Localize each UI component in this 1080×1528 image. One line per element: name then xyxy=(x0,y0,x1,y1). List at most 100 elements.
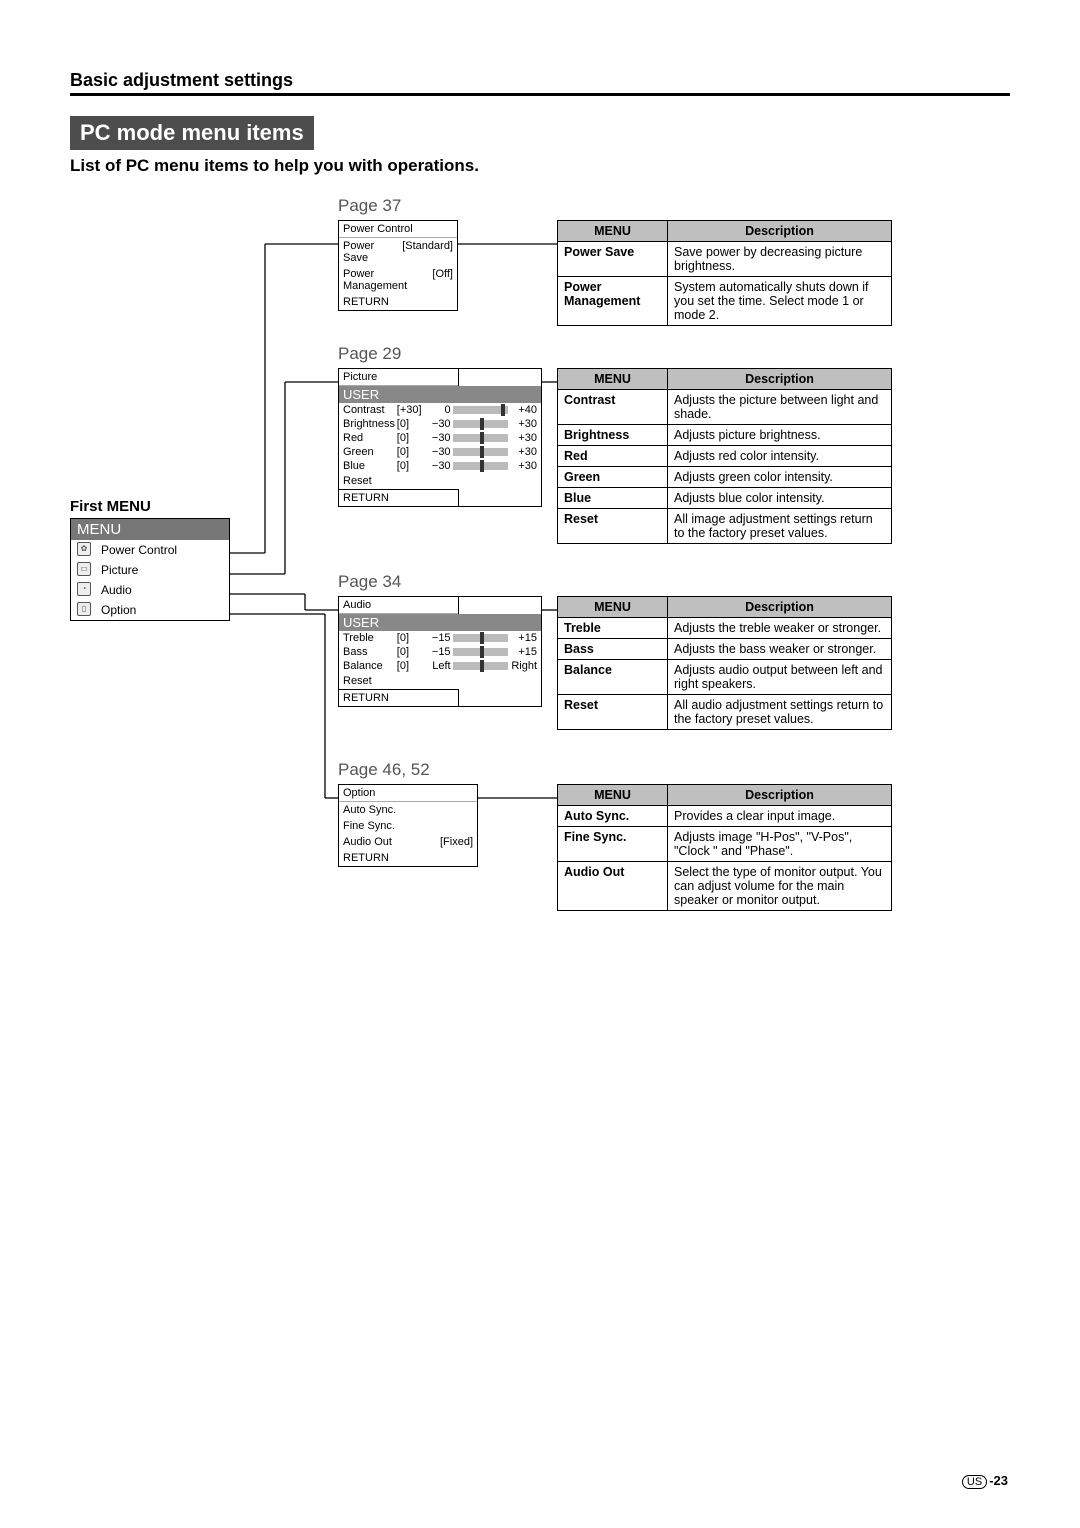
slider-min: −30 xyxy=(424,446,451,458)
table-row: ContrastAdjusts the picture between ligh… xyxy=(558,390,892,425)
row-label: Audio Out xyxy=(343,836,392,848)
th-menu: MENU xyxy=(558,597,668,618)
menu-reset[interactable]: Reset xyxy=(339,673,541,689)
slider-row[interactable]: Green[0]−30+30 xyxy=(339,445,541,459)
menu-return[interactable]: RETURN xyxy=(339,490,458,506)
slider-row[interactable]: Red[0]−30 +30 xyxy=(339,431,541,445)
desc-table-option: MENUDescription Auto Sync.Provides a cle… xyxy=(557,784,892,911)
menu-item-label: Option xyxy=(101,603,136,617)
slider-track[interactable] xyxy=(453,434,509,442)
table-row: Auto Sync.Provides a clear input image. xyxy=(558,806,892,827)
menu-item-option[interactable]: ▯ Option xyxy=(71,600,229,620)
menu-row[interactable]: Fine Sync. xyxy=(339,818,477,834)
page-ref: Page 29 xyxy=(338,344,401,364)
breadcrumb: Basic adjustment settings xyxy=(70,70,1010,91)
slider-row[interactable]: Blue[0]−30+30 xyxy=(339,459,541,473)
slider-thumb[interactable] xyxy=(480,646,484,658)
slider-row[interactable]: Contrast[+30]0+40 xyxy=(339,403,541,417)
slider-label: Blue xyxy=(343,460,397,472)
slider-track[interactable] xyxy=(453,462,509,470)
page-num-text: -23 xyxy=(989,1473,1008,1488)
table-row: BassAdjusts the bass weaker or stronger. xyxy=(558,639,892,660)
menu-item-picture[interactable]: ▭ Picture xyxy=(71,560,229,580)
row-label: Reset xyxy=(343,475,372,487)
region-badge: US xyxy=(962,1475,987,1489)
row-label: Auto Sync. xyxy=(343,804,396,816)
slider-min: −30 xyxy=(424,432,451,444)
row-label: Reset xyxy=(343,675,372,687)
th-desc: Description xyxy=(668,785,892,806)
slider-label: Treble xyxy=(343,632,397,644)
slider-thumb[interactable] xyxy=(480,432,484,444)
slider-min: −15 xyxy=(424,646,451,658)
row-label: Power Save xyxy=(343,240,402,264)
slider-label: Red xyxy=(343,432,397,444)
user-header: USER xyxy=(339,614,541,631)
slider-thumb[interactable] xyxy=(480,632,484,644)
menu-row[interactable]: RETURN xyxy=(339,294,457,310)
menu-item-power-control[interactable]: ✿ Power Control xyxy=(71,540,229,560)
slider-row[interactable]: Bass[0]−15+15 xyxy=(339,645,541,659)
table-row: Audio OutSelect the type of monitor outp… xyxy=(558,862,892,911)
menu-item-audio[interactable]: ◔Audio xyxy=(71,580,229,600)
slider-track[interactable] xyxy=(453,448,509,456)
menu-item-label: Power Control xyxy=(101,543,177,557)
slider-label: Bass xyxy=(343,646,397,658)
th-menu: MENU xyxy=(558,785,668,806)
table-row: RedAdjusts red color intensity. xyxy=(558,446,892,467)
slider-track[interactable] xyxy=(453,662,509,670)
menu-row[interactable]: RETURN xyxy=(339,850,477,866)
menu-row[interactable]: Audio Out[Fixed] xyxy=(339,834,477,850)
menu-return[interactable]: RETURN xyxy=(339,690,458,706)
slider-track[interactable] xyxy=(453,420,509,428)
slider-thumb[interactable] xyxy=(480,660,484,672)
slider-value: [0] xyxy=(397,660,424,672)
slider-max: +30 xyxy=(510,432,537,444)
slider-thumb[interactable] xyxy=(501,404,505,416)
row-value: [Standard] xyxy=(402,240,453,264)
slider-label: Brightness xyxy=(343,418,397,430)
slider-row[interactable]: Treble[0]−15+15 xyxy=(339,631,541,645)
menu-row[interactable]: Power Management[Off] xyxy=(339,266,457,294)
slider-min: Left xyxy=(424,660,451,672)
slider-track[interactable] xyxy=(453,634,509,642)
slider-track[interactable] xyxy=(453,406,509,414)
menu-row[interactable]: Power Save[Standard] xyxy=(339,238,457,266)
first-menu-label: First MENU xyxy=(70,498,151,515)
slider-value: [0] xyxy=(397,446,424,458)
menu-row[interactable]: Auto Sync. xyxy=(339,802,477,818)
slider-max: Right xyxy=(510,660,537,672)
slider-value: [0] xyxy=(397,432,424,444)
slider-track[interactable] xyxy=(453,648,509,656)
menu-reset[interactable]: Reset xyxy=(339,473,541,489)
table-row: ResetAll audio adjustment settings retur… xyxy=(558,695,892,730)
option-icon: ▯ xyxy=(77,602,91,616)
th-menu: MENU xyxy=(558,221,668,242)
th-desc: Description xyxy=(668,369,892,390)
slider-value: [0] xyxy=(397,632,424,644)
page-number: US-23 xyxy=(962,1473,1008,1488)
th-desc: Description xyxy=(668,597,892,618)
slider-thumb[interactable] xyxy=(480,418,484,430)
first-menu-header: MENU xyxy=(71,519,229,540)
menu-title: Option xyxy=(339,785,477,802)
row-label: RETURN xyxy=(343,692,389,704)
slider-row[interactable]: Balance[0]LeftRight xyxy=(339,659,541,673)
page-ref: Page 34 xyxy=(338,572,401,592)
page-ref: Page 46, 52 xyxy=(338,760,430,780)
picture-icon: ▭ xyxy=(77,562,91,576)
table-row: GreenAdjusts green color intensity. xyxy=(558,467,892,488)
table-row: BrightnessAdjusts picture brightness. xyxy=(558,425,892,446)
table-row: Power ManagementSystem automatically shu… xyxy=(558,277,892,326)
slider-thumb[interactable] xyxy=(480,446,484,458)
slider-thumb[interactable] xyxy=(480,460,484,472)
leaf-icon: ✿ xyxy=(77,542,91,556)
table-row: TrebleAdjusts the treble weaker or stron… xyxy=(558,618,892,639)
row-label: RETURN xyxy=(343,852,389,864)
menu-title: Audio xyxy=(339,597,458,614)
user-header: USER xyxy=(339,386,541,403)
menu-item-label: Picture xyxy=(101,563,138,577)
slider-row[interactable]: Brightness[0]−30+30 xyxy=(339,417,541,431)
row-label: RETURN xyxy=(343,492,389,504)
th-menu: MENU xyxy=(558,369,668,390)
